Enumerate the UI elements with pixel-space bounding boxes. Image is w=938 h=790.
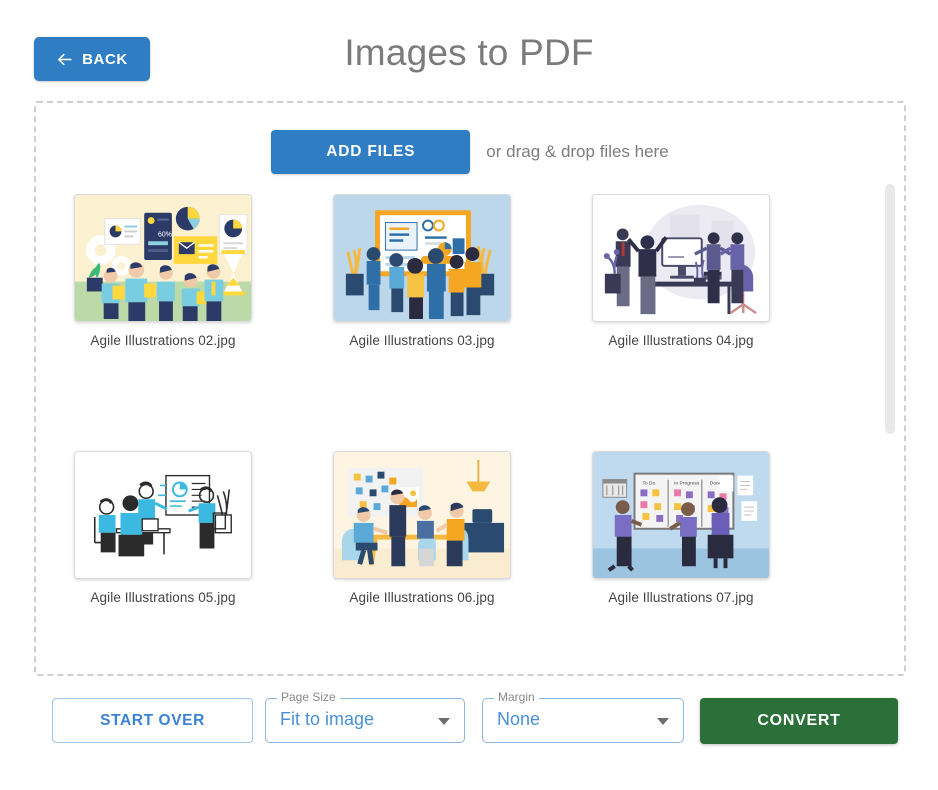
kanban-col-todo: To Do bbox=[642, 480, 655, 486]
file-name: Agile Illustrations 04.jpg bbox=[608, 333, 754, 348]
file-name: Agile Illustrations 03.jpg bbox=[349, 333, 495, 348]
file-item[interactable]: 60% Agile Illustrations 02.jpg bbox=[74, 194, 299, 348]
margin-select[interactable]: Margin None bbox=[482, 690, 684, 743]
chevron-down-icon[interactable] bbox=[438, 718, 450, 725]
file-name: Agile Illustrations 07.jpg bbox=[608, 590, 754, 605]
images-to-pdf-page: BACK Images to PDF ADD FILES or drag & d… bbox=[0, 0, 938, 790]
kanban-col-inprogress: In Progress bbox=[674, 480, 700, 486]
thumbnail-grid: 60% Agile Illustrations 02.jpg Agile Ill… bbox=[36, 194, 872, 669]
thumbnail-agile-06[interactable] bbox=[333, 451, 511, 579]
file-name: Agile Illustrations 05.jpg bbox=[90, 590, 236, 605]
page-size-label: Page Size bbox=[277, 690, 340, 704]
file-name: Agile Illustrations 06.jpg bbox=[349, 590, 495, 605]
illustration-agile-05 bbox=[75, 452, 251, 578]
grid-scrollbar[interactable] bbox=[885, 103, 895, 663]
page-size-value: Fit to image bbox=[280, 709, 375, 729]
thumbnail-row: 60% Agile Illustrations 02.jpg Agile Ill… bbox=[40, 194, 872, 348]
illustration-agile-07: To Do In Progress Done bbox=[593, 452, 769, 578]
row-spacer bbox=[40, 348, 872, 451]
drag-drop-hint: or drag & drop files here bbox=[486, 142, 669, 161]
scrollbar-thumb[interactable] bbox=[885, 184, 895, 434]
thumbnail-agile-04[interactable] bbox=[592, 194, 770, 322]
chevron-down-icon[interactable] bbox=[657, 718, 669, 725]
convert-button[interactable]: CONVERT bbox=[700, 698, 898, 744]
file-item[interactable]: Agile Illustrations 05.jpg bbox=[74, 451, 299, 605]
start-over-button[interactable]: START OVER bbox=[52, 698, 253, 743]
margin-value: None bbox=[497, 709, 541, 729]
file-item[interactable]: Agile Illustrations 06.jpg bbox=[333, 451, 558, 605]
file-dropzone[interactable]: ADD FILES or drag & drop files here 60% … bbox=[34, 101, 906, 676]
margin-label: Margin bbox=[494, 690, 539, 704]
bottom-toolbar: START OVER Page Size Fit to image Margin… bbox=[0, 690, 938, 754]
thumbnail-agile-05[interactable] bbox=[74, 451, 252, 579]
add-files-bar: ADD FILES or drag & drop files here bbox=[36, 130, 904, 174]
file-item[interactable]: To Do In Progress Done Agile Illustratio… bbox=[592, 451, 817, 605]
page-title: Images to PDF bbox=[344, 32, 594, 73]
illustration-agile-02: 60% bbox=[75, 195, 251, 321]
file-item[interactable]: Agile Illustrations 03.jpg bbox=[333, 194, 558, 348]
page-header: BACK Images to PDF bbox=[0, 0, 938, 100]
thumbnail-agile-02[interactable]: 60% bbox=[74, 194, 252, 322]
illustration-agile-06 bbox=[334, 452, 510, 578]
thumbnail-agile-07[interactable]: To Do In Progress Done bbox=[592, 451, 770, 579]
add-files-button[interactable]: ADD FILES bbox=[271, 130, 471, 174]
file-name: Agile Illustrations 02.jpg bbox=[90, 333, 236, 348]
illustration-agile-04 bbox=[593, 195, 769, 321]
file-item[interactable]: Agile Illustrations 04.jpg bbox=[592, 194, 817, 348]
illustration-agile-03 bbox=[334, 195, 510, 321]
svg-text:60%: 60% bbox=[158, 231, 172, 238]
thumbnail-agile-03[interactable] bbox=[333, 194, 511, 322]
thumbnail-row: Agile Illustrations 05.jpg Agile Illustr… bbox=[40, 451, 872, 605]
page-size-select[interactable]: Page Size Fit to image bbox=[265, 690, 465, 743]
